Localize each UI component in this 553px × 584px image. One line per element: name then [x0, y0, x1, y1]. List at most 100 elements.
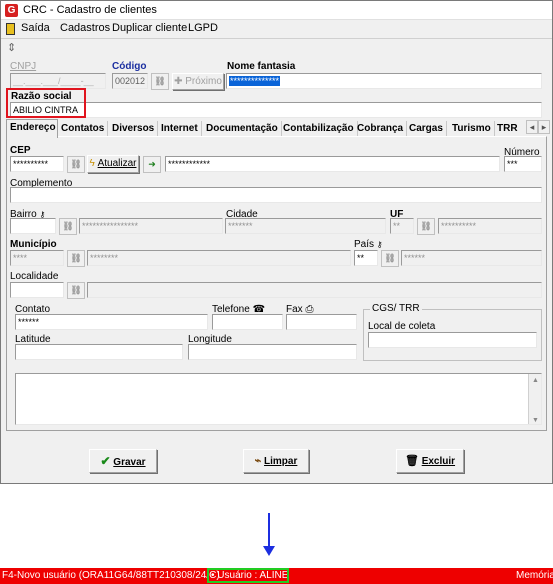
- menu-cadastros[interactable]: Cadastros: [60, 22, 110, 34]
- menu-saida[interactable]: Saída: [21, 22, 50, 34]
- gravar-button-label: Gravar: [113, 457, 146, 468]
- menu-lgpd[interactable]: LGPD: [188, 22, 218, 34]
- broom-icon: ⌁: [254, 455, 262, 467]
- uf-field[interactable]: **: [390, 218, 414, 234]
- scroll-up-icon: ▲: [532, 377, 539, 384]
- excluir-button[interactable]: 🗑 Excluir: [396, 449, 464, 473]
- menu-duplicar-cliente[interactable]: Duplicar cliente: [112, 22, 187, 34]
- gravar-button[interactable]: ✔ Gravar: [89, 449, 157, 473]
- nome-fantasia-label: Nome fantasia: [227, 61, 296, 72]
- contato-field[interactable]: ******: [15, 314, 208, 330]
- trash-icon: 🗑: [404, 455, 419, 467]
- atualizar-button[interactable]: ϟ Atualizar: [87, 155, 139, 173]
- codigo-field[interactable]: 002012: [112, 73, 148, 89]
- fax-field[interactable]: [286, 314, 357, 330]
- localidade-code-field[interactable]: [10, 282, 64, 298]
- proximo-button[interactable]: ✚ Próximo: [172, 73, 224, 90]
- atualizar-button-label: Atualizar: [97, 158, 137, 169]
- latitude-field[interactable]: [15, 344, 183, 360]
- telefone-field[interactable]: [212, 314, 283, 330]
- annotation-arrow-line: [268, 513, 270, 549]
- pais-name-field[interactable]: ******: [401, 250, 542, 266]
- app-logo-icon: G: [5, 4, 18, 17]
- tab-internet[interactable]: Internet: [158, 121, 202, 137]
- tab-turismo[interactable]: Turismo: [449, 121, 495, 137]
- tab-documentacao[interactable]: Documentação: [203, 121, 282, 137]
- pais-code-field[interactable]: **: [354, 250, 378, 266]
- window-title: CRC - Cadastro de clientes: [23, 4, 157, 16]
- bairro-name-field[interactable]: ****************: [79, 218, 223, 234]
- tab-scroll-right-button[interactable]: ▸: [538, 120, 550, 134]
- municipio-label: Município: [10, 239, 57, 250]
- municipio-code-field[interactable]: ****: [10, 250, 64, 266]
- toolbar-separator: [1, 38, 552, 39]
- arrow-right-icon: ➜: [148, 159, 156, 169]
- cidade-field[interactable]: *******: [225, 218, 386, 234]
- bairro-code-field[interactable]: [10, 218, 56, 234]
- binoculars-icon: ⛓: [384, 253, 396, 263]
- binoculars-icon: ⛓: [70, 159, 82, 169]
- cnpj-label: CNPJ: [10, 61, 37, 72]
- complemento-field[interactable]: [10, 187, 542, 203]
- local-coleta-label: Local de coleta: [368, 321, 436, 332]
- municipio-name-field[interactable]: ********: [87, 250, 351, 266]
- memo-scrollbar[interactable]: ▲ ▼: [528, 374, 541, 424]
- localidade-label: Localidade: [10, 271, 59, 282]
- lightning-icon: ϟ: [89, 158, 95, 169]
- cep-label: CEP: [10, 145, 31, 156]
- binoculars-icon: ⛓: [62, 221, 74, 231]
- logradouro-arrow-button[interactable]: ➜: [143, 156, 161, 173]
- usuario-highlight-box: [207, 568, 289, 583]
- bairro-search-button[interactable]: ⛓: [59, 218, 77, 235]
- nome-fantasia-field[interactable]: **************: [226, 73, 542, 89]
- longitude-field[interactable]: [188, 344, 357, 360]
- status-memoria: Memória: [516, 570, 553, 581]
- tab-endereco[interactable]: Endereço: [6, 119, 58, 138]
- local-coleta-field[interactable]: [368, 332, 537, 348]
- limpar-button[interactable]: ⌁ Limpar: [243, 449, 309, 473]
- tab-diversos[interactable]: Diversos: [109, 121, 159, 137]
- toolbar-arrows-icon[interactable]: ⇕: [7, 41, 16, 54]
- municipio-search-button[interactable]: ⛓: [67, 250, 85, 267]
- nome-fantasia-selection: **************: [229, 76, 281, 86]
- pais-search-button[interactable]: ⛓: [381, 250, 399, 267]
- tab-cargas[interactable]: Cargas: [406, 121, 447, 137]
- exit-door-icon: [6, 23, 15, 35]
- checkmark-icon: ✔: [100, 454, 111, 468]
- localidade-name-field[interactable]: [87, 282, 542, 298]
- tab-trr[interactable]: TRR: [494, 121, 521, 137]
- cep-search-button[interactable]: ⛓: [67, 156, 85, 173]
- proximo-button-label: Próximo: [185, 76, 222, 87]
- excluir-button-label: Excluir: [421, 456, 456, 467]
- tab-cobranca[interactable]: Cobrança: [354, 121, 408, 137]
- key-icon: ⚷: [376, 240, 383, 249]
- pais-label: País ⚷: [354, 239, 383, 250]
- uf-search-button[interactable]: ⛓: [417, 218, 435, 235]
- codigo-label: Código: [112, 61, 147, 72]
- cep-field[interactable]: **********: [10, 156, 64, 172]
- status-novo-usuario[interactable]: F4-Novo usuário (ORA11G64/88TT210308/24/…: [2, 570, 220, 581]
- binoculars-icon: ⛓: [70, 253, 82, 263]
- observacoes-memo[interactable]: ▲ ▼: [15, 373, 542, 425]
- localidade-search-button[interactable]: ⛓: [67, 282, 85, 299]
- tab-contabilizacao[interactable]: Contabilização: [280, 121, 358, 137]
- limpar-button-label: Limpar: [264, 456, 298, 467]
- title-bar: G CRC - Cadastro de clientes: [1, 1, 552, 20]
- tab-contatos[interactable]: Contatos: [58, 121, 109, 137]
- uf-name-field[interactable]: **********: [438, 218, 542, 234]
- codigo-search-button[interactable]: ⛓: [151, 73, 169, 90]
- binoculars-icon: ⛓: [70, 285, 82, 295]
- razao-social-field[interactable]: ABILIO CINTRA: [10, 102, 542, 118]
- razao-social-highlight-box: [6, 88, 86, 118]
- tab-scroll-left-button[interactable]: ◂: [526, 120, 538, 134]
- binoculars-icon: ⛓: [420, 221, 432, 231]
- plus-icon: ✚: [174, 76, 183, 87]
- binoculars-icon: ⛓: [154, 76, 166, 86]
- scroll-down-icon: ▼: [532, 417, 539, 424]
- chevron-left-icon: ◂: [529, 122, 535, 132]
- numero-field[interactable]: ***: [504, 156, 542, 172]
- menu-bar: Saída Cadastros Duplicar cliente LGPD: [1, 20, 552, 38]
- logradouro-field[interactable]: ************: [165, 156, 500, 172]
- cnpj-field[interactable]: __.___.___/____-__: [10, 73, 106, 89]
- chevron-right-icon: ▸: [541, 122, 547, 132]
